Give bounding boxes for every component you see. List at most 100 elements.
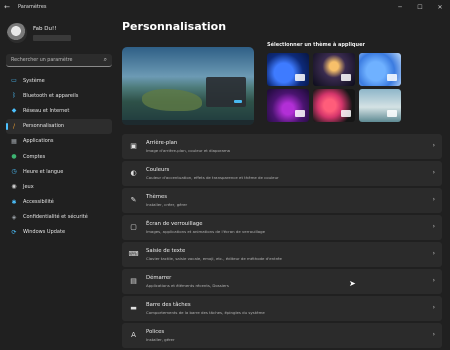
settings-row-title: Polices: [146, 329, 165, 336]
user-info: Fab Du!!: [33, 26, 71, 41]
chevron-right-icon: ›: [432, 195, 435, 203]
window-controls: ─ ☐ ✕: [390, 0, 450, 14]
chevron-right-icon: ›: [432, 222, 435, 230]
sidebar-item-label: Réseau et Internet: [23, 107, 70, 114]
palette-icon: ◐: [130, 169, 137, 178]
settings-row-2[interactable]: ✎ Thèmes Installer, créer, gérer ›: [122, 187, 442, 213]
shield-icon: ◈: [11, 213, 17, 221]
settings-row-subtitle: Images, applications et animations de l'…: [146, 228, 266, 234]
settings-row-text: Saisie de texte Clavier tactile, saisie v…: [146, 248, 282, 261]
theme-thumbnail-glow[interactable]: [267, 89, 309, 122]
sidebar-item-4[interactable]: ▦ Applications: [6, 134, 112, 149]
person-icon: ●: [11, 153, 17, 161]
sidebar-item-label: Personnalisation: [23, 123, 65, 130]
settings-row-6[interactable]: ▬ Barre des tâches Comportements de la bar…: [122, 295, 442, 321]
settings-row-text: Polices Installer, gérer: [146, 329, 175, 342]
avatar: [7, 23, 27, 43]
settings-row-text: Écran de verrouillage Images, application…: [146, 221, 265, 234]
search-input[interactable]: Rechercher un paramètre ⌕: [6, 54, 112, 67]
minimize-button[interactable]: ─: [390, 0, 410, 14]
theme-thumbnail-flower[interactable]: [313, 89, 355, 122]
theme-thumbnail-lake[interactable]: [359, 89, 401, 122]
settings-row-1[interactable]: ◐ Couleurs Couleur d'accentuation, effets …: [122, 160, 442, 186]
apps-icon: ▦: [11, 137, 17, 145]
maximize-button[interactable]: ☐: [410, 0, 430, 14]
sidebar-item-9[interactable]: ◈ Confidentialité et sécurité: [6, 210, 112, 225]
preview-taskbar: [122, 120, 254, 125]
sidebar-item-7[interactable]: ◉ Jeux: [6, 179, 112, 194]
settings-row-text: Arrière-plan Image d'arrière-plan, couleu…: [146, 140, 230, 153]
settings-row-subtitle: Couleur d'accentuation, effets de transp…: [146, 174, 279, 180]
sidebar-item-10[interactable]: ⟳ Windows Update: [6, 225, 112, 240]
close-button[interactable]: ✕: [430, 0, 450, 14]
preview-landscape: [142, 89, 202, 111]
theme-thumbnail-eclipse[interactable]: [313, 53, 355, 86]
accessibility-icon: ✱: [11, 198, 17, 206]
sidebar-item-8[interactable]: ✱ Accessibilité: [6, 195, 112, 210]
theme-section-label: Sélectionner un thème à appliquer: [267, 42, 365, 48]
settings-row-subtitle: Image d'arrière-plan, couleur et diapora…: [146, 147, 230, 153]
title-bar: ← Paramètres ─ ☐ ✕: [0, 0, 450, 14]
sidebar-item-label: Accessibilité: [23, 199, 54, 206]
sidebar-item-label: Confidentialité et sécurité: [23, 214, 88, 221]
sidebar-item-label: Applications: [23, 138, 54, 145]
sidebar-item-2[interactable]: ◆ Réseau et Internet: [6, 103, 112, 118]
settings-row-title: Barre des tâches: [146, 302, 191, 309]
sidebar-item-label: Windows Update: [23, 229, 66, 236]
search-placeholder: Rechercher un paramètre: [11, 57, 73, 63]
sidebar-item-5[interactable]: ● Comptes: [6, 149, 112, 164]
settings-row-3[interactable]: ▢ Écran de verrouillage Images, applicatio…: [122, 214, 442, 240]
search-icon: ⌕: [103, 56, 107, 63]
arrow-left-icon: ←: [4, 3, 10, 11]
chevron-right-icon: ›: [432, 276, 435, 284]
theme-thumbnail-windows-dark[interactable]: [267, 53, 309, 86]
fonts-icon: A: [131, 331, 136, 340]
lock-screen-icon: ▢: [130, 223, 137, 232]
sidebar-item-3[interactable]: / Personnalisation: [6, 118, 112, 134]
settings-row-subtitle: Applications et éléments récents, Dossie…: [146, 282, 229, 288]
sidebar-item-label: Heure et langue: [23, 168, 64, 175]
settings-row-5[interactable]: ▤ Démarrer Applications et éléments récent…: [122, 268, 442, 294]
sidebar-item-label: Jeux: [23, 183, 34, 190]
sidebar-item-6[interactable]: ◷ Heure et langue: [6, 164, 112, 179]
settings-row-title: Couleurs: [146, 167, 170, 174]
sidebar-item-label: Système: [23, 77, 45, 84]
bluetooth-icon: ᛒ: [12, 92, 16, 100]
settings-row-0[interactable]: ▣ Arrière-plan Image d'arrière-plan, coule…: [122, 134, 442, 159]
settings-list: ▣ Arrière-plan Image d'arrière-plan, coule…: [122, 134, 442, 350]
sidebar-item-label: Bluetooth et appareils: [23, 92, 79, 99]
chevron-right-icon: ›: [432, 330, 435, 338]
settings-row-text: Barre des tâches Comportements de la barr…: [146, 302, 265, 315]
settings-row-text: Thèmes Installer, créer, gérer: [146, 194, 187, 207]
paintbrush-icon: /: [12, 122, 16, 130]
sidebar-item-label: Comptes: [23, 153, 46, 160]
image-icon: ▣: [130, 142, 137, 151]
theme-thumbnail-windows-light[interactable]: [359, 53, 401, 86]
user-email-redacted: [33, 34, 71, 41]
settings-row-text: Démarrer Applications et éléments récents…: [146, 275, 229, 288]
gamepad-icon: ◉: [11, 183, 17, 191]
chevron-right-icon: ›: [432, 303, 435, 311]
settings-row-7[interactable]: A Polices Installer, gérer ›: [122, 322, 442, 348]
globe-clock-icon: ◷: [11, 168, 17, 176]
user-name: Fab Du!!: [33, 25, 57, 32]
sidebar-item-1[interactable]: ᛒ Bluetooth et appareils: [6, 88, 112, 103]
theme-grid: [267, 53, 401, 122]
settings-row-subtitle: Comportements de la barre des tâches, ép…: [146, 309, 265, 315]
desktop-preview: [122, 47, 254, 125]
chevron-right-icon: ›: [432, 249, 435, 257]
start-menu-icon: ▤: [130, 277, 137, 286]
mouse-cursor: ➤: [349, 279, 356, 288]
sidebar-nav: ▭ Système ᛒ Bluetooth et appareils ◆ Réseau e…: [6, 73, 112, 240]
sidebar-item-0[interactable]: ▭ Système: [6, 73, 112, 88]
user-profile[interactable]: Fab Du!!: [7, 20, 71, 46]
settings-row-4[interactable]: ⌨ Saisie de texte Clavier tactile, saisie …: [122, 241, 442, 267]
settings-row-title: Démarrer: [146, 275, 172, 282]
close-icon: ✕: [437, 3, 443, 11]
minimize-icon: ─: [398, 3, 402, 11]
maximize-icon: ☐: [417, 3, 423, 11]
settings-row-title: Écran de verrouillage: [146, 221, 203, 228]
settings-row-title: Thèmes: [146, 194, 168, 201]
back-button[interactable]: ←: [0, 0, 14, 14]
window-title: Paramètres: [18, 4, 47, 10]
